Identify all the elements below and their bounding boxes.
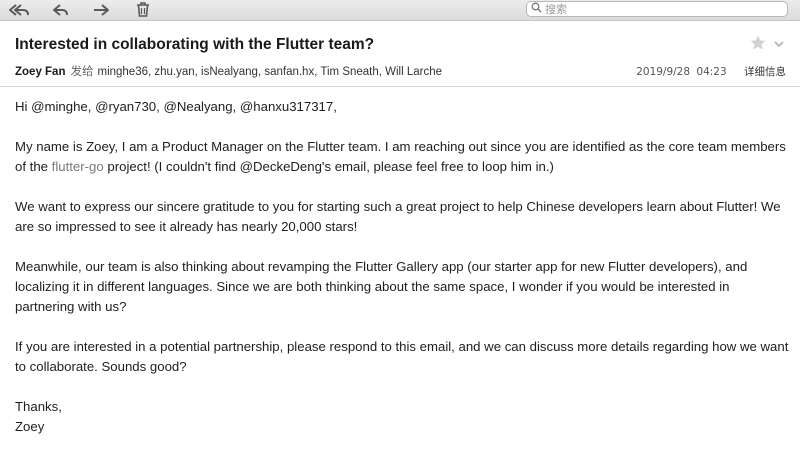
signature: Zoey [15,419,45,434]
star-icon[interactable] [749,34,767,52]
paragraph-gratitude: We want to express our sincere gratitude… [15,199,781,234]
search-field[interactable] [526,1,788,17]
closing: Thanks, [15,399,62,414]
message-meta: 2019/9/28 04:23 详细信息 [636,64,786,79]
email-time: 04:23 [696,66,727,78]
sent-to-label: 发给 [70,66,94,78]
chevron-down-icon[interactable] [772,37,786,51]
intro-text-b: project! (I couldn't find @DeckeDeng's e… [103,159,554,174]
message-header: Interested in collaborating with the Flu… [0,21,800,87]
email-date: 2019/9/28 [636,66,691,78]
search-icon [531,0,542,18]
email-subject: Interested in collaborating with the Flu… [15,36,375,53]
sender-name[interactable]: Zoey Fan [15,66,65,78]
greeting: Hi @minghe, @ryan730, @Nealyang, @hanxu3… [15,99,337,114]
signoff: Thanks, Zoey [15,397,790,437]
reply-all-icon[interactable] [6,1,32,18]
search-input[interactable] [542,2,775,16]
paragraph-gallery: Meanwhile, our team is also thinking abo… [15,259,748,314]
paragraph-partnership: If you are interested in a potential par… [15,339,789,374]
from-line: Zoey Fan 发给 minghe36, zhu.yan, isNealyang,… [15,63,442,79]
forward-icon[interactable] [88,1,114,18]
flutter-go-link[interactable]: flutter-go [52,159,104,174]
recipients-list[interactable]: minghe36, zhu.yan, isNealyang, sanfan.hx… [97,66,442,78]
paragraph-intro: My name is Zoey, I am a Product Manager … [15,137,790,177]
email-body: Hi @minghe, @ryan730, @Nealyang, @hanxu3… [15,97,790,437]
details-link[interactable]: 详细信息 [744,66,786,78]
trash-icon[interactable] [130,1,156,18]
toolbar [0,0,800,21]
reply-icon[interactable] [48,1,74,18]
